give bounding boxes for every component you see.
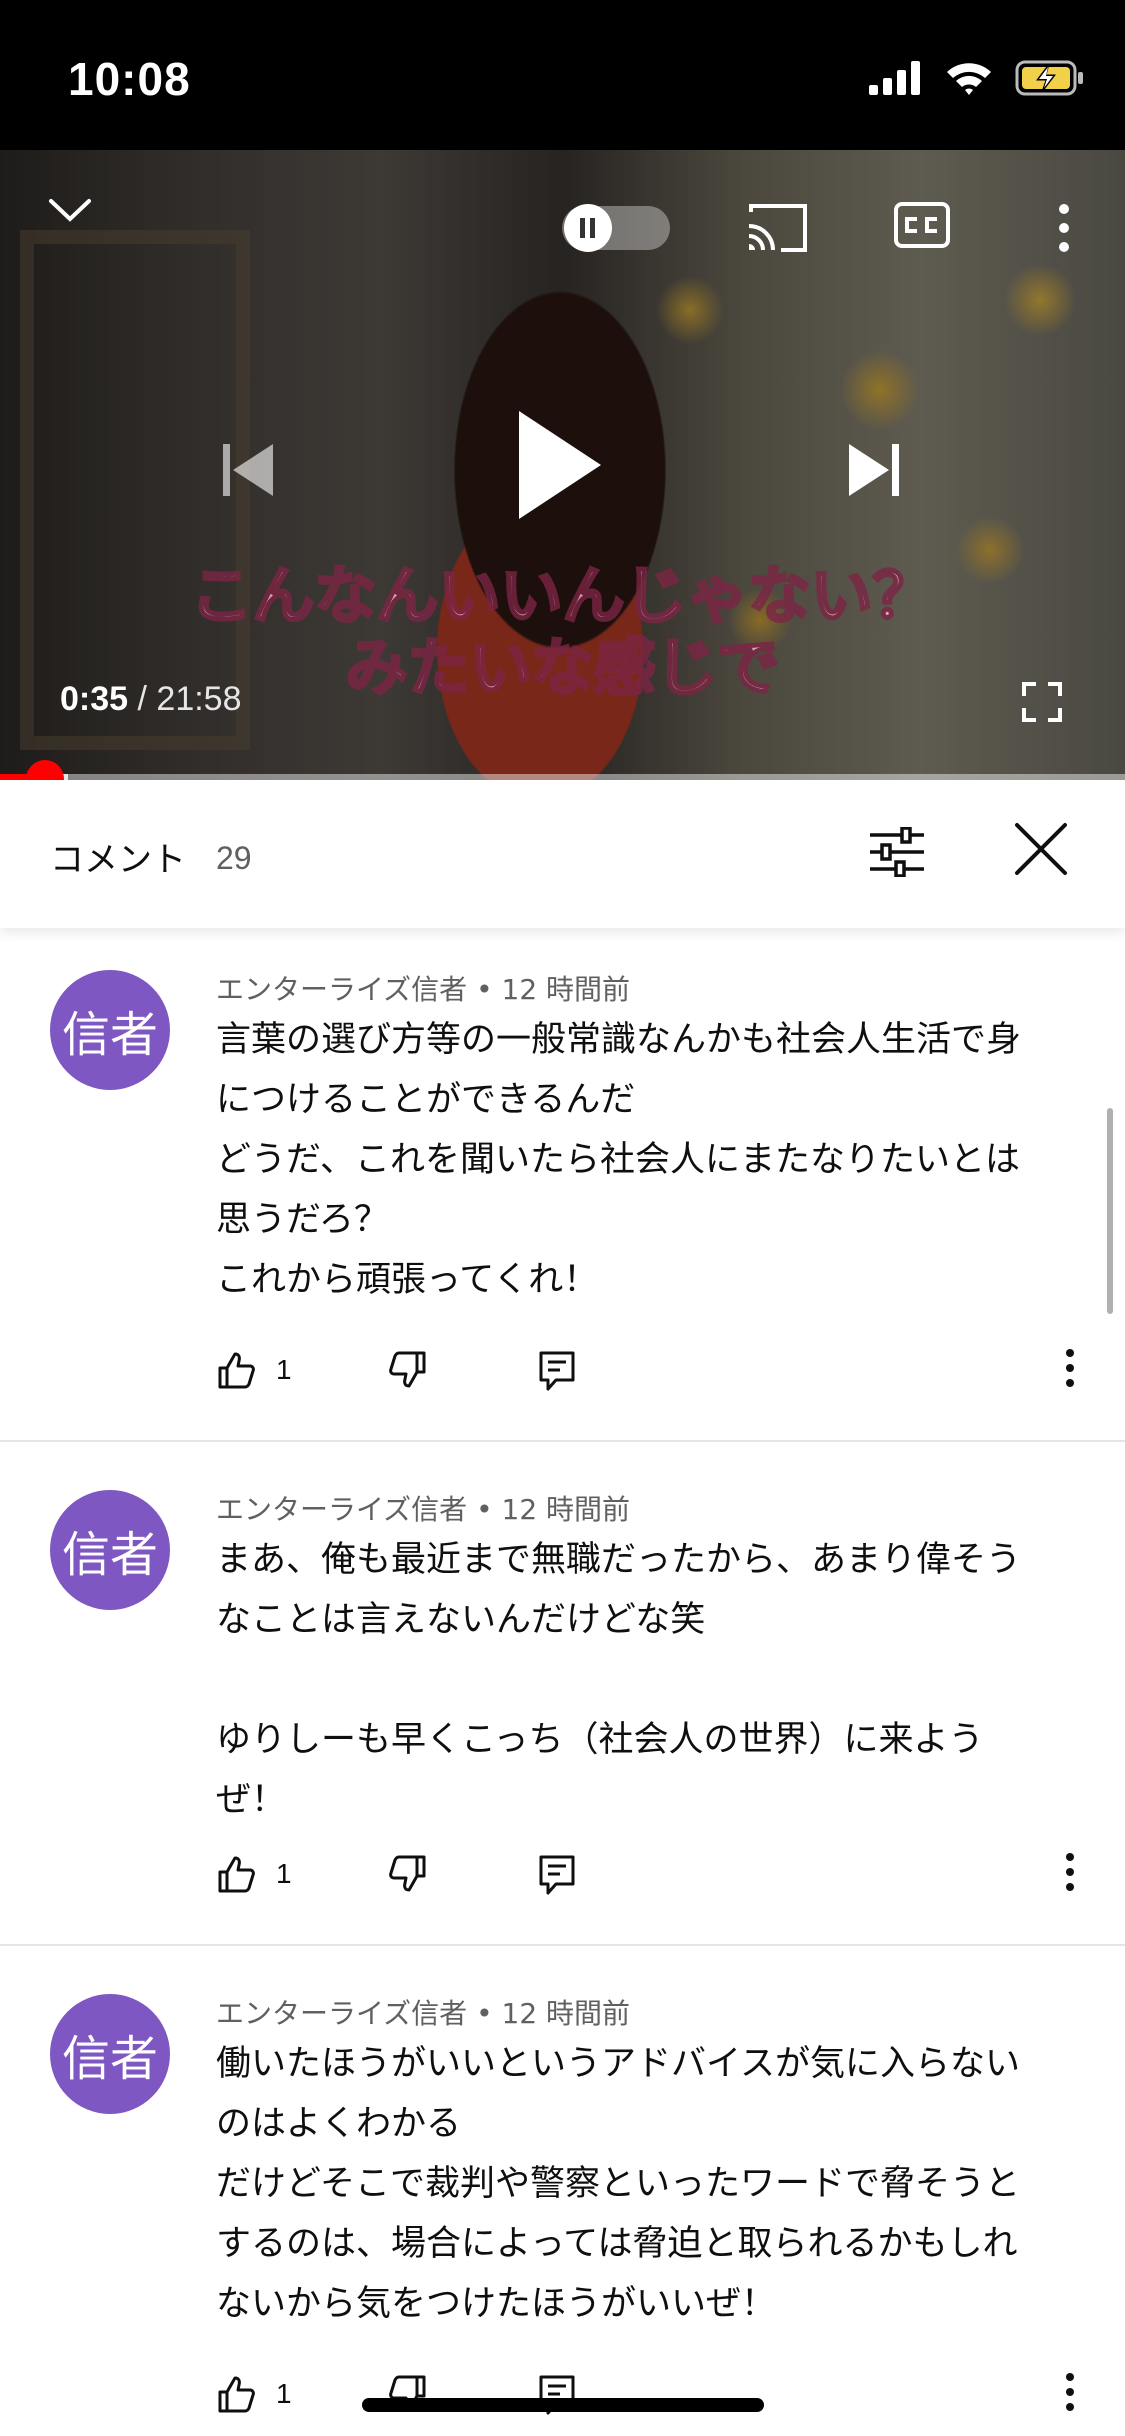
close-comments-button[interactable] [1010, 818, 1072, 880]
more-vertical-icon [1066, 1349, 1074, 1387]
status-icons [869, 60, 1085, 96]
battery-charging-icon [1015, 60, 1083, 96]
comment-item: 信者 エンターライズ信者 • 12 時間前 働いたほうがいいというアドバイスが気… [0, 1946, 1125, 2436]
video-player[interactable]: こんなんいいんじゃない？ みたいな感じで 0:35 / 21:58 [0, 150, 1125, 780]
status-bar: 10:08 [0, 0, 1125, 150]
cast-button[interactable] [744, 200, 810, 256]
previous-button[interactable] [212, 435, 282, 505]
comment-item: 信者 エンターライズ信者 • 12 時間前 まあ、俺も最近まで無職だったから、あ… [0, 1442, 1125, 1946]
dislike-button[interactable] [388, 1350, 428, 1390]
comment-text: 言葉の選び方等の一般常識なんかも社会人生活で身 につけることができるんだ どうだ… [216, 1020, 1022, 1300]
comment-more-button[interactable] [1064, 1348, 1076, 1388]
avatar[interactable]: 信者 [50, 1994, 170, 2114]
skip-previous-icon [223, 444, 273, 496]
comments-header: コメント 29 [0, 780, 1125, 928]
wifi-icon [947, 63, 991, 95]
comments-list[interactable]: 信者 エンターライズ信者 • 12 時間前 言葉の選び方等の一般常識なんかも社会… [0, 928, 1125, 2436]
meta-separator: • [467, 973, 502, 1006]
comment-time: 12 時間前 [501, 1493, 631, 1526]
autoplay-toggle[interactable] [562, 204, 670, 252]
pause-icon [580, 218, 595, 238]
tune-sliders-icon [870, 827, 924, 877]
total-time: 21:58 [156, 680, 242, 718]
fullscreen-button[interactable] [1020, 680, 1064, 724]
cast-icon [748, 204, 807, 252]
avatar[interactable]: 信者 [50, 1490, 170, 1610]
thumbs-up-icon [218, 2376, 255, 2413]
comment-more-button[interactable] [1064, 2372, 1076, 2412]
more-vertical-icon [1066, 2373, 1074, 2411]
more-vertical-icon [1066, 1853, 1074, 1891]
comment-meta: エンターライズ信者 • 12 時間前 [216, 968, 630, 1008]
time-separator: / [128, 680, 157, 718]
time-display: 0:35 / 21:58 [60, 680, 242, 719]
chevron-down-icon [49, 199, 91, 222]
status-time: 10:08 [68, 53, 191, 105]
play-button[interactable] [500, 400, 620, 530]
comments-title: コメント [50, 840, 186, 880]
meta-separator: • [467, 1997, 502, 2030]
like-count: 1 [276, 1858, 292, 1889]
comment-author[interactable]: エンターライズ信者 [216, 1997, 467, 2030]
play-icon [519, 411, 601, 519]
captions-button[interactable] [892, 200, 952, 250]
comment-time: 12 時間前 [501, 973, 631, 1006]
close-icon [1015, 823, 1067, 875]
reply-button[interactable] [538, 1854, 576, 1896]
comment-item: 信者 エンターライズ信者 • 12 時間前 言葉の選び方等の一般常識なんかも社会… [0, 928, 1125, 1442]
like-button[interactable]: 1 [216, 2374, 292, 2414]
reply-comment-icon [539, 1855, 575, 1895]
collapse-player-button[interactable] [44, 190, 96, 230]
thumbs-down-icon [389, 1351, 426, 1388]
like-button[interactable]: 1 [216, 1350, 292, 1390]
next-button[interactable] [840, 435, 910, 505]
autoplay-knob [564, 204, 612, 252]
comment-meta: エンターライズ信者 • 12 時間前 [216, 1992, 630, 2032]
comment-actions: 1 [216, 1342, 1096, 1402]
comment-more-button[interactable] [1064, 1852, 1076, 1892]
like-count: 1 [276, 2378, 292, 2409]
comment-actions: 1 [216, 2366, 1096, 2426]
thumbs-down-icon [389, 1855, 426, 1892]
like-button[interactable]: 1 [216, 1854, 292, 1894]
player-more-button[interactable] [1050, 200, 1078, 256]
comment-text: まあ、俺も最近まで無職だったから、あまり偉そう なことは言えないんだけどな笑 ゆ… [216, 1540, 1022, 1820]
dislike-button[interactable] [388, 1854, 428, 1894]
comments-count: 29 [216, 840, 252, 876]
comments-scrollbar[interactable] [1107, 1108, 1113, 1314]
comment-actions: 1 [216, 1846, 1096, 1906]
skip-next-icon [849, 444, 899, 496]
more-vertical-icon [1059, 204, 1069, 252]
comment-author[interactable]: エンターライズ信者 [216, 973, 467, 1006]
like-count: 1 [276, 1354, 292, 1385]
avatar[interactable]: 信者 [50, 970, 170, 1090]
reply-comment-icon [539, 1351, 575, 1391]
comment-meta: エンターライズ信者 • 12 時間前 [216, 1488, 630, 1528]
sort-comments-button[interactable] [866, 822, 928, 882]
signal-icon [869, 61, 920, 95]
reply-button[interactable] [538, 1350, 576, 1392]
subtitle-line-1: こんなんいいんじゃない？ [189, 558, 936, 633]
thumbs-up-icon [218, 1856, 255, 1893]
comment-text: 働いたほうがいいというアドバイスが気に入らない のはよくわかる だけどそこで裁判… [216, 2044, 1020, 2324]
thumbs-up-icon [218, 1352, 255, 1389]
closed-captions-icon [894, 202, 950, 248]
meta-separator: • [467, 1493, 502, 1526]
fullscreen-icon [1022, 682, 1062, 722]
comment-time: 12 時間前 [501, 1997, 631, 2030]
comment-author[interactable]: エンターライズ信者 [216, 1493, 467, 1526]
current-time: 0:35 [60, 680, 129, 718]
home-indicator[interactable] [362, 2398, 764, 2412]
